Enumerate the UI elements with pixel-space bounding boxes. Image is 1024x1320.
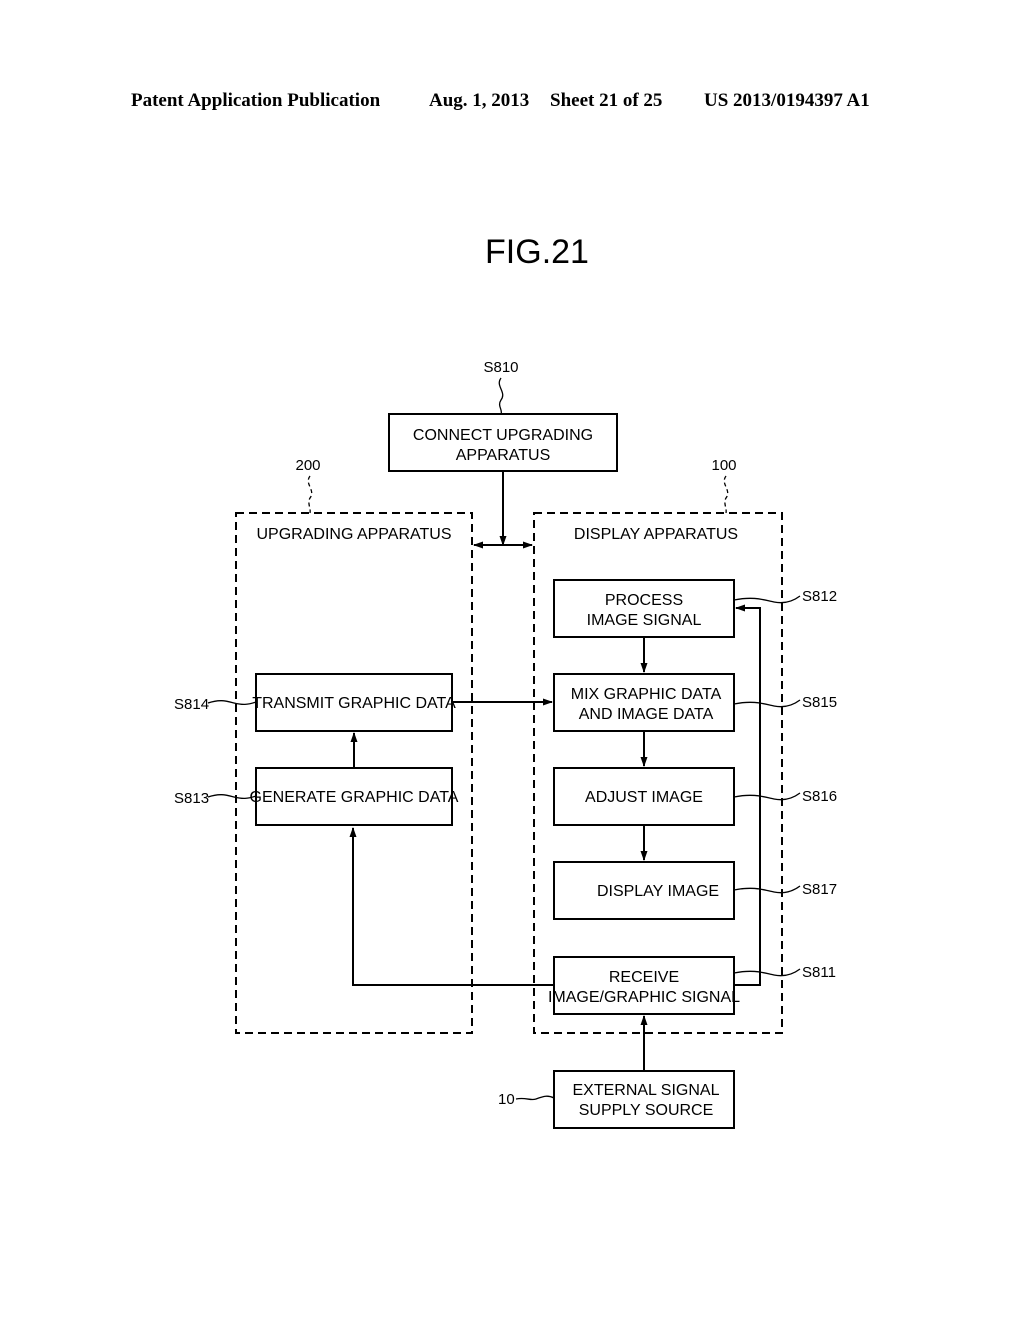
flow-diagram: FIG.21 S810 CONNECT UPGRADING APPARATUS … — [174, 233, 837, 1129]
ref-s813: S813 — [174, 790, 209, 807]
step-s816-line1: ADJUST IMAGE — [585, 789, 703, 806]
leader-s810 — [498, 377, 504, 415]
leader-s812 — [733, 595, 801, 604]
ref-100: 100 — [711, 457, 736, 474]
step-s812-line2: IMAGE SIGNAL — [587, 612, 702, 629]
step-mix-graphic-image: MIX GRAPHIC DATA AND IMAGE DATA — [553, 673, 735, 732]
ref-s815: S815 — [802, 694, 837, 711]
step-s817-line1: DISPLAY IMAGE — [597, 883, 719, 900]
ref-s814: S814 — [174, 696, 209, 713]
step-transmit-graphic-data: TRANSMIT GRAPHIC DATA — [252, 673, 456, 732]
step-s810-line1: CONNECT UPGRADING — [413, 427, 593, 444]
ref-200: 200 — [295, 457, 320, 474]
ref-s812: S812 — [802, 588, 837, 605]
group-upgrading-label: UPGRADING APPARATUS — [257, 526, 452, 543]
step-s814-line1: TRANSMIT GRAPHIC DATA — [252, 695, 456, 712]
ext-line1: EXTERNAL SIGNAL — [572, 1082, 719, 1099]
ref-s817: S817 — [802, 881, 837, 898]
external-signal-source: EXTERNAL SIGNAL SUPPLY SOURCE — [553, 1070, 735, 1129]
leader-s815 — [733, 699, 801, 708]
step-s811-line2: IMAGE/GRAPHIC SIGNAL — [548, 989, 740, 1006]
leader-s816 — [733, 792, 801, 801]
arrow-s811-s813 — [349, 827, 554, 986]
leader-s814 — [207, 700, 257, 706]
leader-s817 — [733, 885, 801, 894]
ref-s811: S811 — [802, 964, 836, 981]
ref-s810: S810 — [483, 359, 518, 376]
step-s815-line1: MIX GRAPHIC DATA — [571, 686, 722, 703]
ref-10: 10 — [498, 1091, 515, 1108]
leader-s811 — [733, 968, 801, 977]
step-display-image: DISPLAY IMAGE — [553, 861, 735, 920]
leader-200 — [307, 475, 313, 514]
step-s811-line1: RECEIVE — [609, 969, 679, 986]
step-connect-upgrading: CONNECT UPGRADING APPARATUS — [388, 413, 618, 472]
step-s812-line1: PROCESS — [605, 592, 683, 609]
leader-100 — [723, 475, 729, 514]
step-s810-line2: APPARATUS — [456, 447, 551, 464]
ext-line2: SUPPLY SOURCE — [579, 1102, 714, 1119]
figure-title: FIG.21 — [485, 233, 589, 271]
step-process-image-signal: PROCESS IMAGE SIGNAL — [553, 579, 735, 638]
group-display-label: DISPLAY APPARATUS — [574, 526, 738, 543]
step-s813-line1: GENERATE GRAPHIC DATA — [250, 789, 459, 806]
ref-s816: S816 — [802, 788, 837, 805]
step-adjust-image: ADJUST IMAGE — [553, 767, 735, 826]
step-generate-graphic-data: GENERATE GRAPHIC DATA — [250, 767, 459, 826]
step-receive-signal: RECEIVE IMAGE/GRAPHIC SIGNAL — [548, 956, 740, 1015]
step-s815-line2: AND IMAGE DATA — [579, 706, 714, 723]
leader-10 — [515, 1095, 555, 1101]
